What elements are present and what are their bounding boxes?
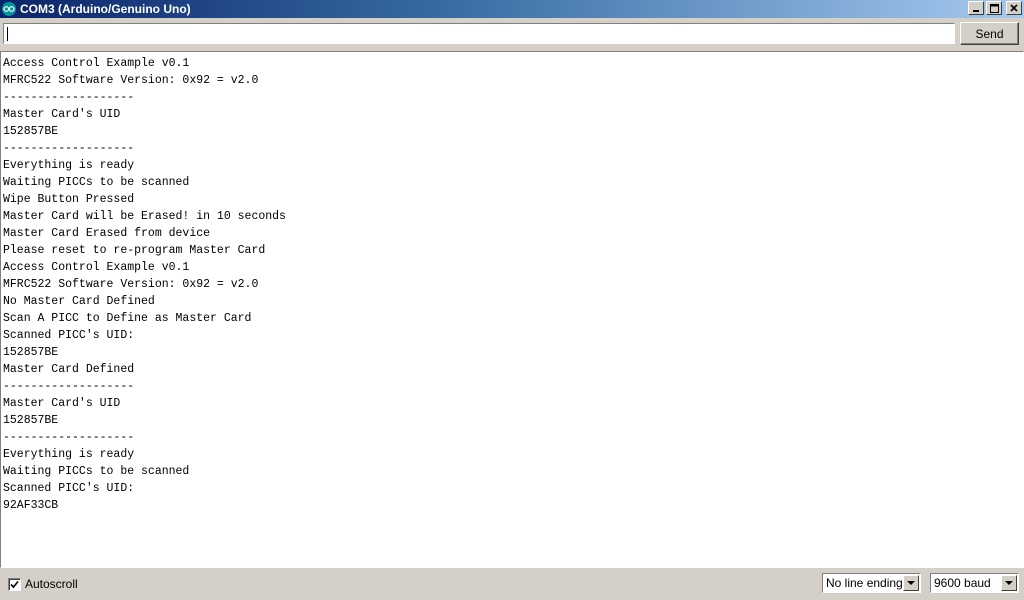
arduino-logo-icon	[2, 2, 16, 16]
autoscroll-toggle[interactable]: Autoscroll	[8, 577, 78, 591]
output-line: Scanned PICC's UID:	[3, 329, 135, 342]
close-button[interactable]	[1006, 1, 1022, 15]
baud-rate-value: 9600 baud	[934, 576, 991, 590]
output-line: Waiting PICCs to be scanned	[3, 465, 190, 478]
serial-monitor-window: COM3 (Arduino/Genuino Uno) Send Access C…	[0, 0, 1024, 600]
output-line: Please reset to re-program Master Card	[3, 244, 266, 257]
output-line: Master Card's UID	[3, 108, 121, 121]
output-line: 152857BE	[3, 346, 59, 359]
line-ending-value: No line ending	[826, 576, 903, 590]
window-title: COM3 (Arduino/Genuino Uno)	[20, 2, 191, 16]
window-controls	[968, 1, 1022, 15]
output-lines: Access Control Example v0.1 MFRC522 Softw…	[3, 55, 286, 514]
output-line: -------------------	[3, 431, 135, 444]
output-line: 92AF33CB	[3, 499, 59, 512]
send-button[interactable]: Send	[960, 22, 1019, 45]
baud-rate-dropdown-button[interactable]	[1001, 575, 1017, 591]
output-line: 152857BE	[3, 125, 59, 138]
minimize-icon	[973, 10, 979, 12]
chevron-down-icon	[1005, 580, 1013, 585]
text-caret	[7, 27, 8, 41]
output-line: Everything is ready	[3, 159, 135, 172]
output-line: -------------------	[3, 91, 135, 104]
output-line: Scan A PICC to Define as Master Card	[3, 312, 252, 325]
output-line: Master Card Defined	[3, 363, 135, 376]
output-line: Master Card's UID	[3, 397, 121, 410]
output-line: Access Control Example v0.1	[3, 261, 190, 274]
output-line: Wipe Button Pressed	[3, 193, 135, 206]
output-line: -------------------	[3, 142, 135, 155]
serial-input[interactable]	[3, 23, 955, 44]
checkmark-icon	[10, 580, 19, 588]
autoscroll-label: Autoscroll	[25, 577, 78, 591]
output-line: MFRC522 Software Version: 0x92 = v2.0	[3, 74, 259, 87]
output-line: No Master Card Defined	[3, 295, 155, 308]
title-bar[interactable]: COM3 (Arduino/Genuino Uno)	[0, 0, 1024, 18]
send-bar: Send	[0, 18, 1024, 50]
serial-output[interactable]: Access Control Example v0.1 MFRC522 Softw…	[0, 51, 1024, 568]
autoscroll-checkbox[interactable]	[8, 577, 21, 591]
output-line: Master Card Erased from device	[3, 227, 211, 240]
output-line: Access Control Example v0.1	[3, 57, 190, 70]
output-line: Scanned PICC's UID:	[3, 482, 135, 495]
close-icon	[1010, 4, 1018, 12]
output-line: 152857BE	[3, 414, 59, 427]
minimize-button[interactable]	[968, 1, 984, 15]
output-line: Waiting PICCs to be scanned	[3, 176, 190, 189]
output-line: Master Card will be Erased! in 10 second…	[3, 210, 286, 223]
line-ending-dropdown-button[interactable]	[903, 575, 919, 591]
line-ending-select[interactable]: No line ending	[822, 573, 921, 593]
bottom-bar: Autoscroll No line ending 9600 baud	[0, 568, 1024, 600]
output-line: MFRC522 Software Version: 0x92 = v2.0	[3, 278, 259, 291]
baud-rate-select[interactable]: 9600 baud	[930, 573, 1019, 593]
chevron-down-icon	[907, 580, 915, 585]
maximize-button[interactable]	[986, 1, 1002, 15]
output-line: Everything is ready	[3, 448, 135, 461]
output-line: -------------------	[3, 380, 135, 393]
maximize-icon	[989, 3, 999, 13]
